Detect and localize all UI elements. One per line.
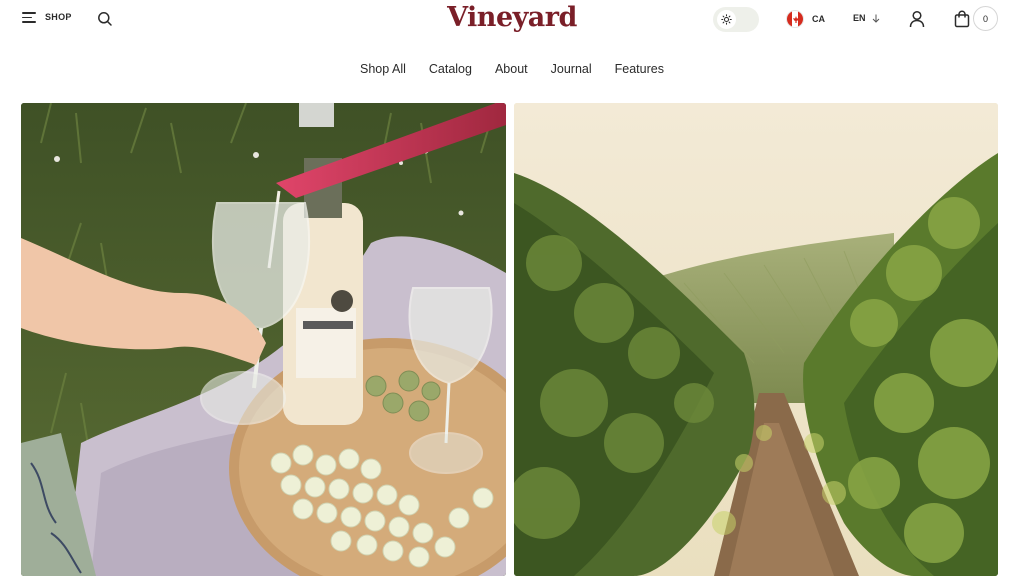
nav-item-features[interactable]: Features: [615, 62, 664, 76]
toggle-knob: [717, 10, 736, 29]
nav-item-about[interactable]: About: [495, 62, 528, 76]
menu-label: SHOP: [45, 12, 72, 22]
site-header: SHOP Vineyard CA EN 0: [0, 0, 1024, 40]
hamburger-icon: [22, 11, 36, 23]
sun-icon: [721, 14, 732, 25]
canada-flag-icon: [786, 10, 804, 28]
cart-button[interactable]: [954, 10, 970, 28]
nav-item-journal[interactable]: Journal: [551, 62, 592, 76]
account-button[interactable]: [909, 10, 925, 28]
search-icon: [98, 12, 112, 26]
nav-item-catalog[interactable]: Catalog: [429, 62, 472, 76]
theme-toggle[interactable]: [713, 7, 759, 32]
hero-image-wine-picnic[interactable]: [21, 103, 506, 576]
arrow-down-icon: [872, 14, 879, 23]
search-button[interactable]: [97, 11, 113, 27]
country-code: CA: [812, 14, 825, 24]
hero-image-vineyard-rows[interactable]: [514, 103, 998, 576]
site-logo[interactable]: Vineyard: [447, 2, 577, 33]
bag-icon: [954, 10, 970, 28]
nav-item-shop-all[interactable]: Shop All: [360, 62, 406, 76]
country-selector[interactable]: CA: [786, 10, 825, 28]
language-selector[interactable]: EN: [853, 13, 880, 23]
user-icon: [909, 10, 925, 28]
main-nav: Shop All Catalog About Journal Features: [0, 62, 1024, 76]
language-code: EN: [853, 13, 866, 23]
cart-count-badge[interactable]: 0: [973, 6, 998, 31]
menu-button[interactable]: SHOP: [22, 11, 72, 23]
